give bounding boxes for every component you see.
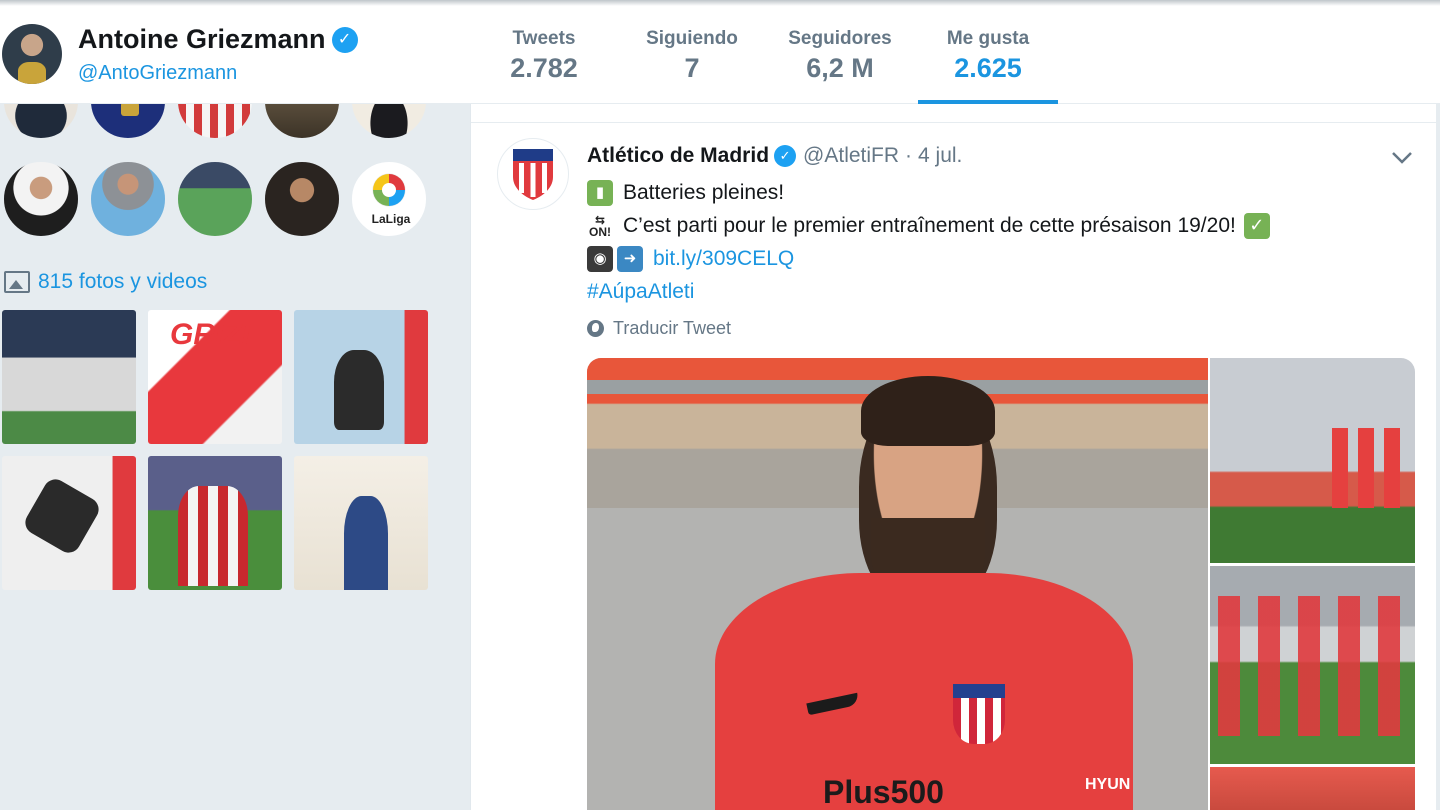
tweet-media-grid: Plus500 HYUN xyxy=(587,358,1415,810)
profile-stats: Tweets 2.782 Siguiendo 7 Seguidores 6,2 … xyxy=(470,0,1062,104)
chevron-down-icon[interactable] xyxy=(1391,150,1413,166)
tweet-line: #AúpaAtleti xyxy=(587,275,1417,308)
tweet-photo-main[interactable]: Plus500 HYUN xyxy=(587,358,1208,810)
check-mark-emoji-icon: ✓ xyxy=(1243,212,1270,239)
tweet-photo-side[interactable] xyxy=(1210,767,1415,810)
profile-header-bar: Antoine Griezmann ✓ @AntoGriezmann Tweet… xyxy=(0,0,1440,104)
stat-label: Seguidores xyxy=(788,28,892,49)
camera-emoji-icon: ◉ xyxy=(587,245,613,272)
translate-tweet-link[interactable]: Traducir Tweet xyxy=(587,318,731,339)
thumbnail-figure xyxy=(21,475,103,557)
stat-value: 7 xyxy=(684,53,700,83)
tweet-hashtag[interactable]: #AúpaAtleti xyxy=(587,275,694,308)
following-avatar[interactable] xyxy=(2,160,80,238)
photos-videos-label: 815 fotos y videos xyxy=(38,270,208,293)
on-label: ON! xyxy=(589,224,611,239)
tweet-line: ▮ Batteries pleines! xyxy=(587,176,1417,209)
tweet-photo-side[interactable] xyxy=(1210,358,1415,563)
thumbnail-text: GRIZI xyxy=(170,318,250,351)
laliga-wordmark: LaLiga xyxy=(371,212,411,226)
tweet-author-name[interactable]: Atlético de Madrid xyxy=(587,144,769,168)
following-avatar[interactable] xyxy=(263,160,341,238)
stat-tweets[interactable]: Tweets 2.782 xyxy=(470,0,618,104)
profile-handle[interactable]: @AntoGriezmann xyxy=(78,62,237,85)
media-thumbnail[interactable] xyxy=(148,456,282,590)
tweet-header: Atlético de Madrid ✓ @AtletiFR · 4 jul. xyxy=(587,144,962,168)
timeline: Atlético de Madrid ✓ @AtletiFR · 4 jul. … xyxy=(470,104,1436,810)
photo-icon xyxy=(4,271,30,293)
profile-name-text: Antoine Griezmann xyxy=(78,24,326,54)
tweet-line-text: Batteries pleines! xyxy=(623,181,785,204)
photo-players xyxy=(1218,596,1408,736)
tweet-photo-side[interactable] xyxy=(1210,566,1415,764)
world-cup-logo-icon xyxy=(121,102,139,116)
verified-badge-icon: ✓ xyxy=(331,26,358,53)
media-thumbnail[interactable] xyxy=(2,456,136,590)
battery-emoji-icon: ▮ xyxy=(587,179,613,206)
media-thumbnail[interactable]: GRIZI xyxy=(148,310,282,444)
thumbnail-figure xyxy=(178,486,248,586)
profile-name[interactable]: Antoine Griezmann ✓ xyxy=(78,24,358,55)
shirt-sponsor-text: Plus500 xyxy=(823,774,944,810)
shirt-crest-icon xyxy=(953,684,1005,744)
stat-label: Siguiendo xyxy=(646,28,738,49)
right-arrow-emoji-icon: ➜ xyxy=(617,245,643,272)
tweet-line-text: C’est parti pour le premier entraînement… xyxy=(623,214,1236,237)
on-arrow-glyph: ⇆ xyxy=(594,212,606,227)
laliga-avatar[interactable]: LaLiga xyxy=(350,160,428,238)
timeline-divider xyxy=(471,122,1436,123)
stat-followers[interactable]: Seguidores 6,2 M xyxy=(766,0,914,104)
profile-avatar[interactable] xyxy=(2,24,62,84)
player-hair xyxy=(861,376,995,446)
thumbnail-figure xyxy=(334,350,384,430)
photo-players xyxy=(1332,428,1408,508)
tweet-separator: · xyxy=(905,144,913,167)
left-sidebar: LaLiga 815 fotos y videos GRIZI xyxy=(0,62,470,810)
atletico-crest-icon xyxy=(513,149,553,200)
tweet-link[interactable]: bit.ly/309CELQ xyxy=(653,242,794,275)
stat-likes[interactable]: Me gusta 2.625 xyxy=(914,0,1062,104)
media-thumbnail[interactable] xyxy=(2,310,136,444)
on-arrow-emoji-icon: ⇆ ON! xyxy=(587,213,613,239)
tweet-text: ▮ Batteries pleines! ⇆ ON! C’est parti p… xyxy=(587,176,1417,308)
laliga-logo-icon xyxy=(372,173,406,207)
tweet-line: ◉ ➜ bit.ly/309CELQ xyxy=(587,242,1417,275)
stat-following[interactable]: Siguiendo 7 xyxy=(618,0,766,104)
stat-value: 2.625 xyxy=(954,53,1022,83)
verified-badge-icon: ✓ xyxy=(774,145,797,167)
tweet-author-handle[interactable]: @AtletiFR xyxy=(803,144,899,168)
following-avatar[interactable] xyxy=(89,160,167,238)
media-thumbnail[interactable] xyxy=(294,456,428,590)
globe-icon xyxy=(587,320,604,337)
shirt-brand-text: HYUN xyxy=(1085,776,1131,793)
tweet-timestamp[interactable]: 4 jul. xyxy=(918,144,962,168)
stat-value: 2.782 xyxy=(510,53,578,83)
tweet-line: ⇆ ON! C’est parti pour le premier entraî… xyxy=(587,209,1417,242)
thumbnail-figure xyxy=(344,496,388,590)
stat-value: 6,2 M xyxy=(806,53,874,83)
stat-label: Me gusta xyxy=(946,28,1030,49)
media-thumbnail[interactable] xyxy=(294,310,428,444)
translate-label: Traducir Tweet xyxy=(613,318,732,338)
tweet-author-avatar[interactable] xyxy=(497,138,569,210)
photos-videos-link[interactable]: 815 fotos y videos xyxy=(4,270,207,294)
following-avatar[interactable] xyxy=(176,160,254,238)
stat-label: Tweets xyxy=(512,28,576,49)
